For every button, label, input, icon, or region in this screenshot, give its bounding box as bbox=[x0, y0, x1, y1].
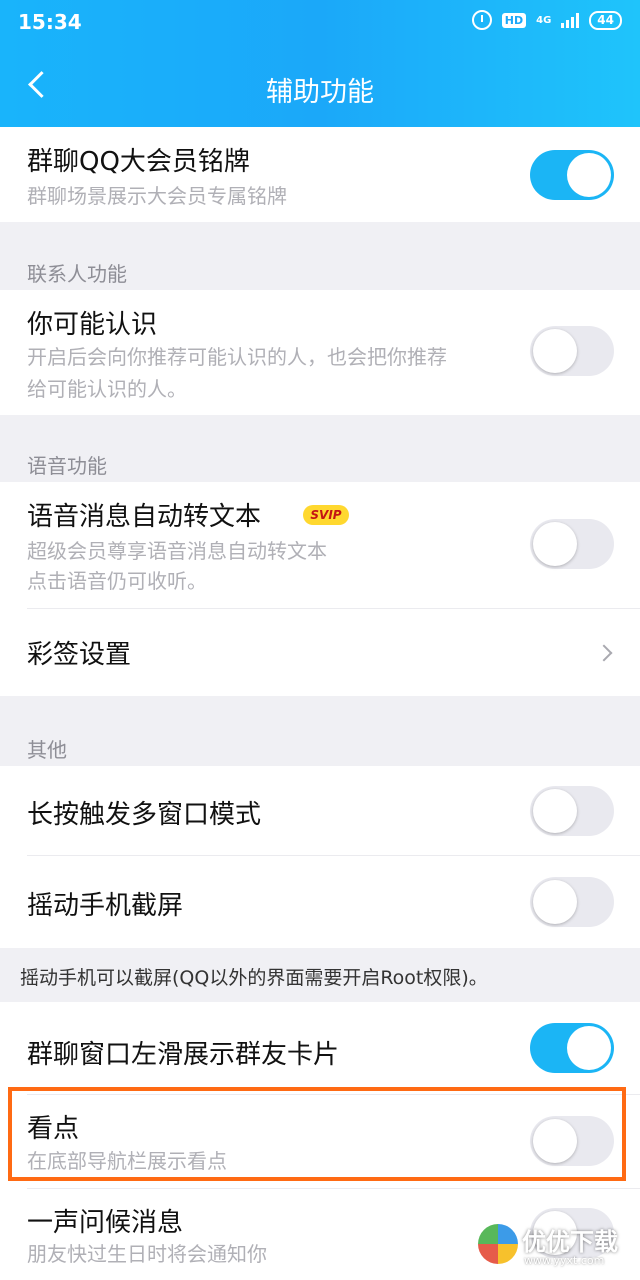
setting-title: 语音消息自动转文本 bbox=[27, 502, 262, 532]
swipe-group-card-toggle[interactable] bbox=[530, 1023, 614, 1073]
setting-desc-line1: 开启后会向你推荐可能认识的人，也会把你推荐 bbox=[27, 345, 447, 369]
section-label-contacts: 联系人功能 bbox=[27, 262, 127, 286]
signal-icon bbox=[561, 12, 580, 28]
setting-title: 摇动手机截屏 bbox=[27, 891, 184, 921]
setting-row-may-know: 你可能认识 开启后会向你推荐可能认识的人，也会把你推荐 给可能认识的人。 bbox=[0, 290, 640, 415]
alarm-icon bbox=[471, 10, 492, 30]
chevron-right-icon bbox=[595, 644, 613, 662]
setting-row-qq-badge: 群聊QQ大会员铭牌 群聊场景展示大会员专属铭牌 bbox=[0, 127, 640, 222]
setting-title: 群聊QQ大会员铭牌 bbox=[27, 147, 250, 177]
setting-title: 你可能认识 bbox=[27, 310, 158, 340]
setting-desc: 群聊场景展示大会员专属铭牌 bbox=[27, 184, 287, 208]
long-press-multiwindow-toggle[interactable] bbox=[530, 786, 614, 836]
setting-desc: 朋友快过生日时将会通知你 bbox=[27, 1242, 267, 1266]
color-tag-row[interactable]: 彩签设置 bbox=[0, 609, 640, 696]
setting-row-voice-group: 语音消息自动转文本 SVIP 超级会员尊享语音消息自动转文本 点击语音仍可收听。… bbox=[0, 482, 640, 696]
watermark: 优优下载 www.yyxt.com bbox=[478, 1220, 630, 1275]
section-label-voice: 语音功能 bbox=[27, 454, 107, 478]
hd-icon: HD bbox=[501, 12, 527, 28]
highlight-box bbox=[8, 1087, 626, 1181]
setting-title: 群聊窗口左滑展示群友卡片 bbox=[27, 1040, 340, 1070]
shake-hint: 摇动手机可以截屏(QQ以外的界面需要开启Root权限)。 bbox=[20, 967, 488, 989]
setting-title: 长按触发多窗口模式 bbox=[27, 800, 262, 830]
watermark-title: 优优下载 bbox=[522, 1228, 618, 1256]
may-know-toggle[interactable] bbox=[530, 326, 614, 376]
divider bbox=[27, 1188, 640, 1189]
divider bbox=[27, 855, 640, 856]
svip-badge: SVIP bbox=[303, 505, 349, 525]
qq-badge-toggle[interactable] bbox=[530, 150, 614, 200]
setting-desc-line2: 给可能认识的人。 bbox=[27, 377, 187, 401]
watermark-url: www.yyxt.com bbox=[524, 1254, 605, 1267]
status-icons: HD 4G 44 bbox=[471, 10, 622, 30]
setting-desc-line2: 点击语音仍可收听。 bbox=[27, 569, 207, 593]
battery-icon: 44 bbox=[589, 10, 622, 30]
network-label: 4G bbox=[536, 14, 552, 26]
setting-title: 彩签设置 bbox=[27, 640, 132, 670]
setting-title: 一声问候消息 bbox=[27, 1208, 184, 1238]
section-label-other: 其他 bbox=[27, 738, 67, 762]
setting-row-other-group: 长按触发多窗口模式 摇动手机截屏 bbox=[0, 766, 640, 948]
app-header: 15:34 HD 4G 44 辅助功能 bbox=[0, 0, 640, 127]
setting-desc-line1: 超级会员尊享语音消息自动转文本 bbox=[27, 539, 327, 563]
shake-screenshot-toggle[interactable] bbox=[530, 877, 614, 927]
watermark-logo-icon bbox=[478, 1224, 518, 1264]
status-time: 15:34 bbox=[18, 10, 82, 34]
voice-to-text-toggle[interactable] bbox=[530, 519, 614, 569]
page-title: 辅助功能 bbox=[266, 77, 374, 108]
